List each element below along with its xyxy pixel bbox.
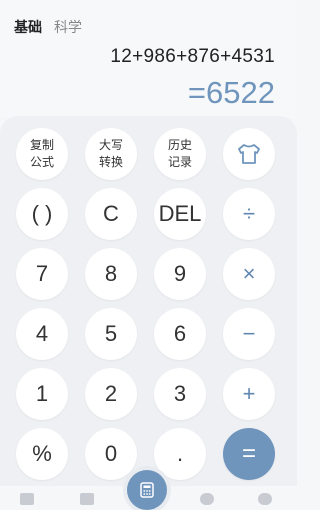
divide-button[interactable]: ÷ bbox=[223, 188, 275, 240]
plus-button[interactable]: + bbox=[223, 368, 275, 420]
digit-9-button[interactable]: 9 bbox=[154, 248, 206, 300]
digit-1-button[interactable]: 1 bbox=[16, 368, 68, 420]
uppercase-label-2: 转换 bbox=[98, 155, 123, 169]
copy-formula-label-2: 公式 bbox=[29, 155, 54, 169]
digit-6-button[interactable]: 6 bbox=[154, 308, 206, 360]
calculator-icon bbox=[140, 482, 154, 498]
paren-button[interactable]: ( ) bbox=[16, 188, 68, 240]
equals-button[interactable]: = bbox=[223, 428, 275, 480]
expression-display: 12+986+876+4531 bbox=[110, 46, 275, 67]
theme-button[interactable] bbox=[223, 128, 275, 180]
copy-formula-label-1: 复制 bbox=[29, 138, 54, 152]
decimal-button[interactable]: . bbox=[154, 428, 206, 480]
uppercase-label-1: 大写 bbox=[98, 138, 123, 152]
calculator-nav-button[interactable] bbox=[127, 470, 167, 510]
tab-science[interactable]: 科学 bbox=[54, 17, 82, 37]
copy-formula-button[interactable]: 复制 公式 bbox=[16, 128, 68, 180]
mode-tabs: 基础 科学 bbox=[14, 17, 82, 37]
minus-button[interactable]: − bbox=[223, 308, 275, 360]
shirt-icon bbox=[238, 144, 260, 164]
nav-home-icon[interactable] bbox=[20, 493, 34, 505]
history-button[interactable]: 历史 记录 bbox=[154, 128, 206, 180]
result-display: =6522 bbox=[187, 75, 275, 110]
digit-7-button[interactable]: 7 bbox=[16, 248, 68, 300]
nav-profile-icon[interactable] bbox=[258, 493, 272, 505]
history-label-2: 记录 bbox=[167, 155, 192, 169]
uppercase-convert-button[interactable]: 大写 转换 bbox=[85, 128, 137, 180]
delete-button[interactable]: DEL bbox=[154, 188, 206, 240]
clear-button[interactable]: C bbox=[85, 188, 137, 240]
digit-3-button[interactable]: 3 bbox=[154, 368, 206, 420]
digit-2-button[interactable]: 2 bbox=[85, 368, 137, 420]
digit-0-button[interactable]: 0 bbox=[85, 428, 137, 480]
digit-5-button[interactable]: 5 bbox=[85, 308, 137, 360]
digit-8-button[interactable]: 8 bbox=[85, 248, 137, 300]
nav-star-icon[interactable] bbox=[200, 493, 214, 505]
display-area: 基础 科学 12+986+876+4531 =6522 bbox=[0, 0, 297, 118]
tab-basic[interactable]: 基础 bbox=[14, 17, 42, 37]
digit-4-button[interactable]: 4 bbox=[16, 308, 68, 360]
history-label-1: 历史 bbox=[167, 138, 192, 152]
percent-button[interactable]: % bbox=[16, 428, 68, 480]
multiply-button[interactable]: × bbox=[223, 248, 275, 300]
nav-grid-icon[interactable] bbox=[80, 493, 94, 505]
